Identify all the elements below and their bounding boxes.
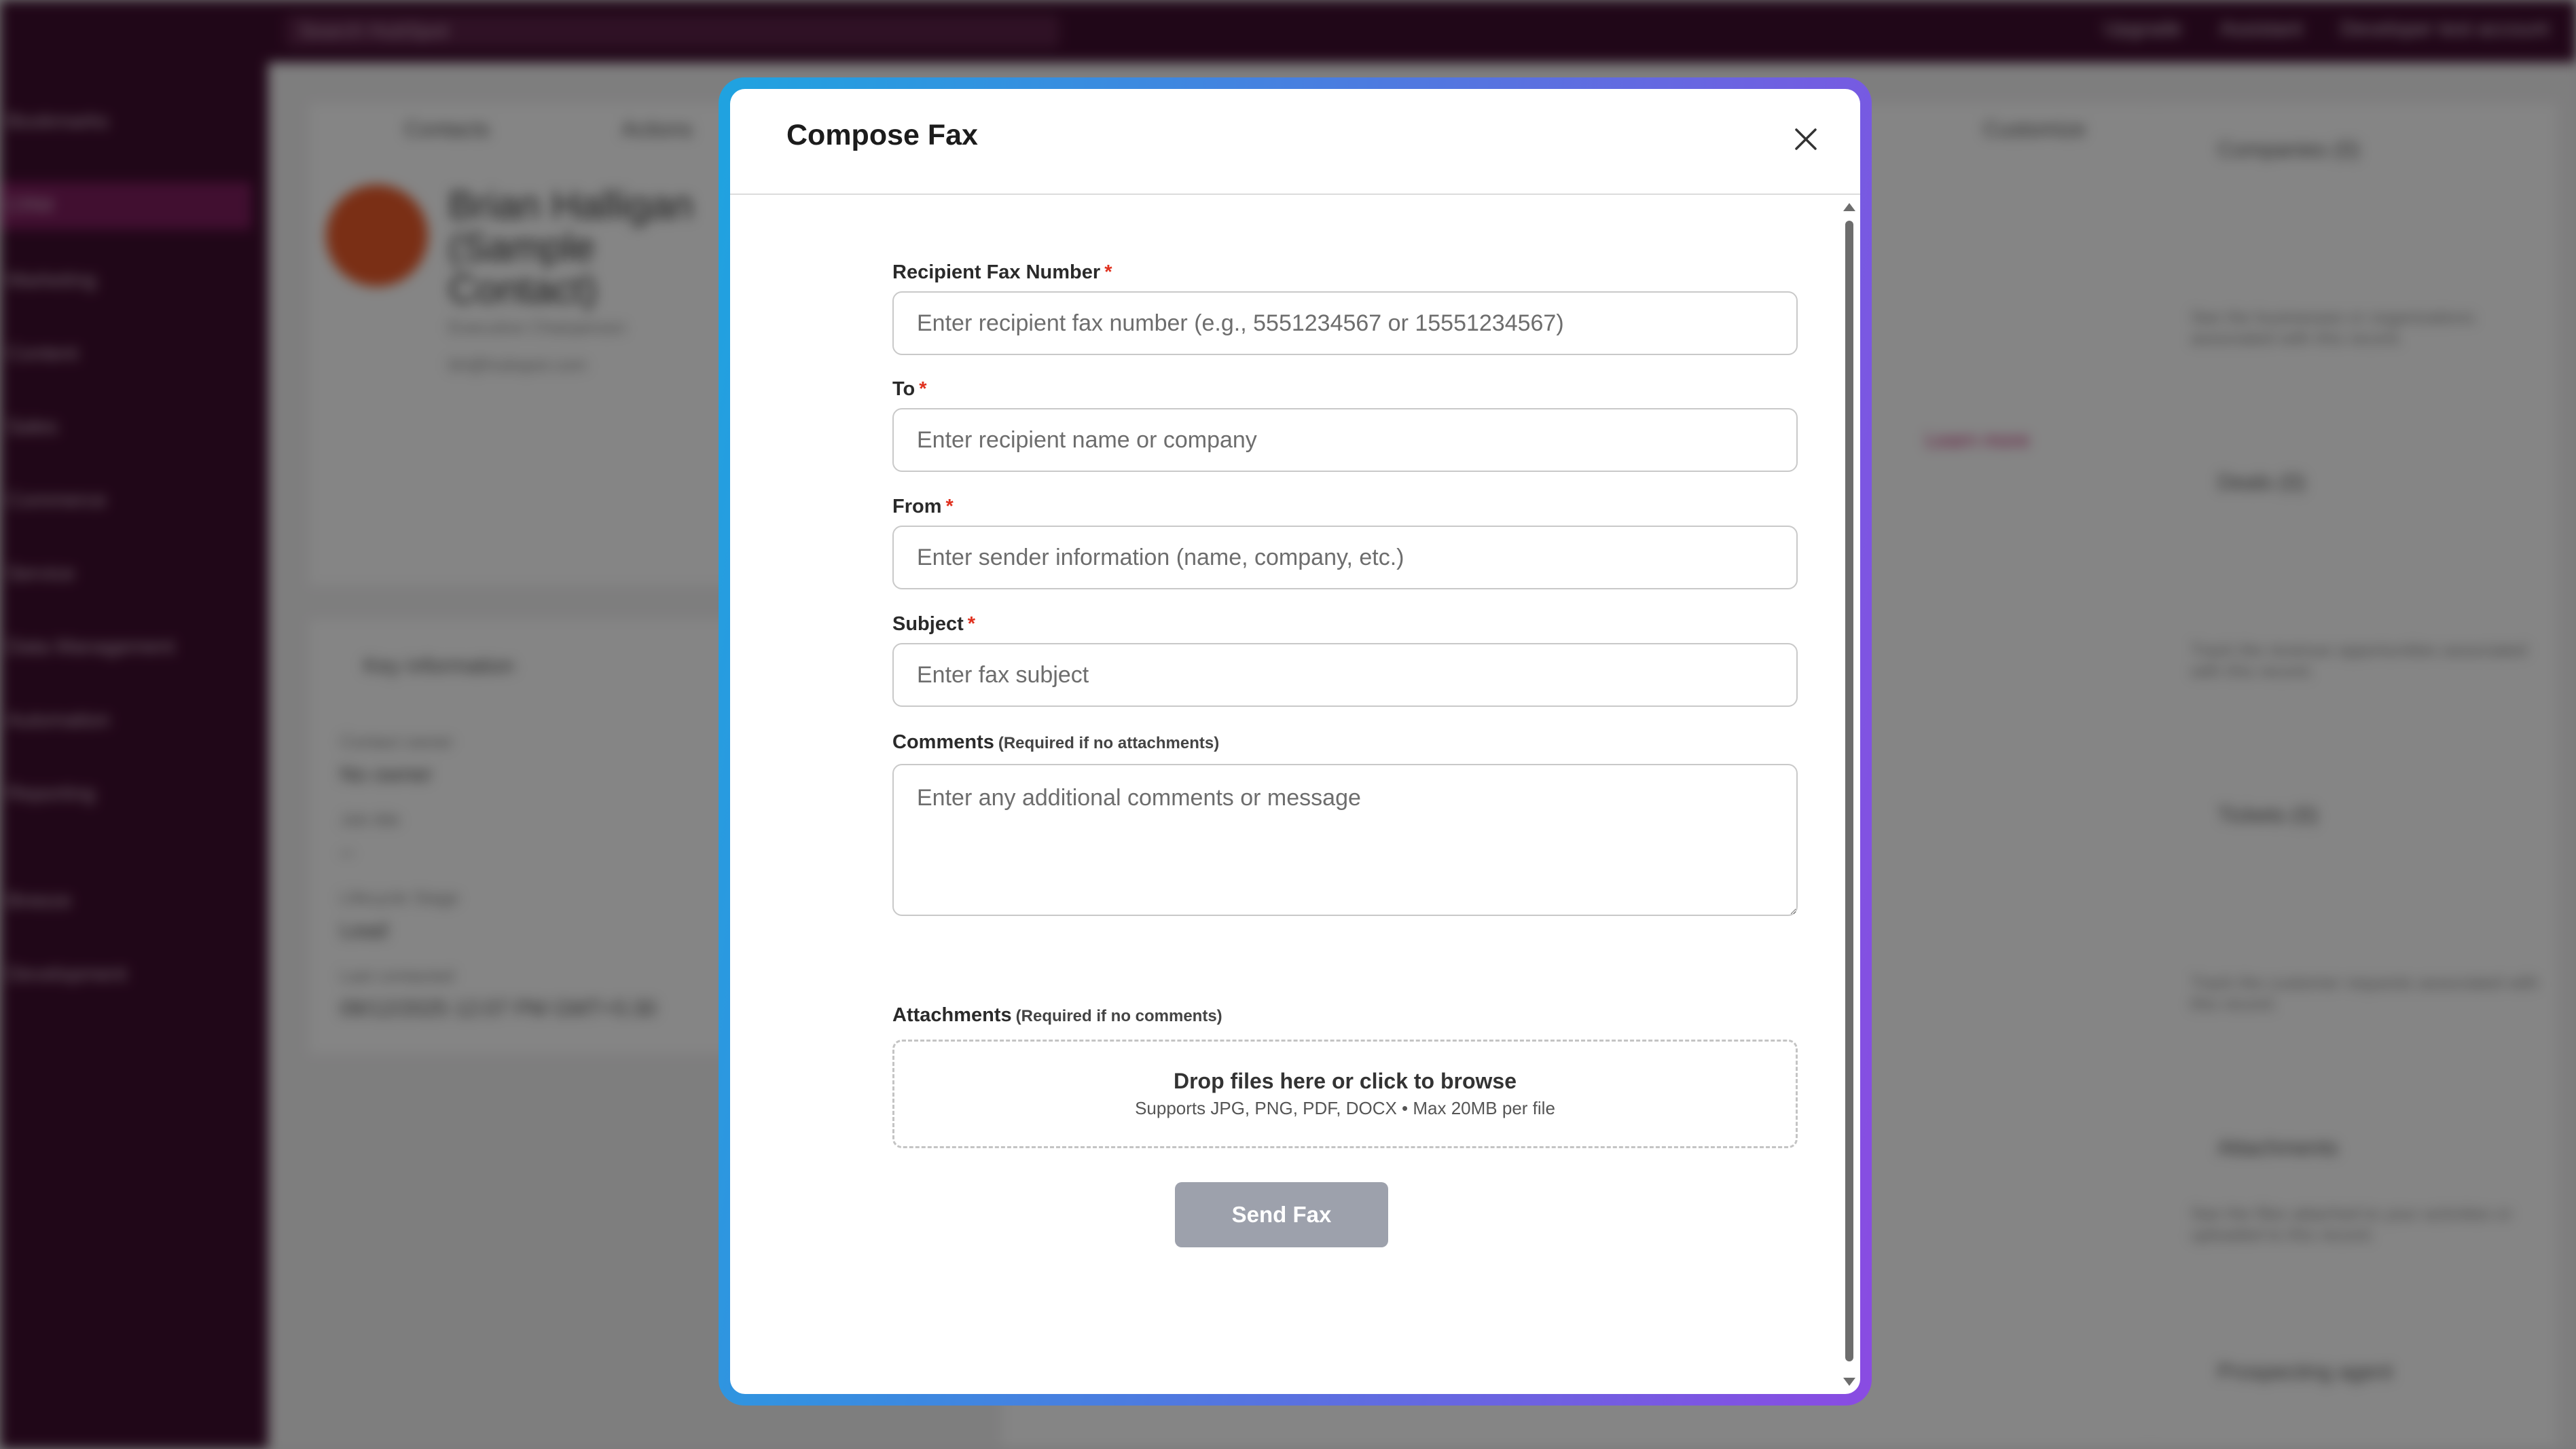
required-marker: * <box>919 378 927 400</box>
subject-input[interactable] <box>892 643 1798 707</box>
recipient-fax-label: Recipient Fax Number * <box>892 261 1112 284</box>
required-marker: * <box>967 613 976 635</box>
comments-hint: (Required if no attachments) <box>998 734 1220 752</box>
to-label: To * <box>892 378 927 401</box>
compose-fax-modal-frame: Compose Fax Recipient Fax Number* To* Fr… <box>719 77 1872 1406</box>
comments-textarea[interactable] <box>892 764 1798 916</box>
label-text: Recipient Fax Number <box>892 261 1101 283</box>
scroll-up-icon[interactable] <box>1843 203 1855 211</box>
dropzone-subtitle: Supports JPG, PNG, PDF, DOCX • Max 20MB … <box>1135 1098 1555 1118</box>
label-text: Comments <box>892 731 994 753</box>
scroll-down-icon[interactable] <box>1843 1378 1855 1386</box>
label-text: Attachments <box>892 1004 1012 1026</box>
label-text: To <box>892 378 915 400</box>
recipient-fax-input[interactable] <box>892 291 1798 355</box>
modal-title: Compose Fax <box>786 119 978 151</box>
close-icon <box>1795 128 1817 150</box>
label-text: From <box>892 496 942 517</box>
file-dropzone[interactable]: Drop files here or click to browse Suppo… <box>892 1040 1798 1148</box>
label-text: Subject <box>892 613 964 635</box>
subject-label: Subject * <box>892 613 975 636</box>
attachments-hint: (Required if no comments) <box>1015 1007 1222 1025</box>
scroll-thumb[interactable] <box>1845 221 1853 1361</box>
dropzone-title: Drop files here or click to browse <box>1173 1069 1517 1093</box>
to-input[interactable] <box>892 408 1798 472</box>
required-marker: * <box>1104 261 1112 283</box>
from-input[interactable] <box>892 526 1798 589</box>
close-button[interactable] <box>1785 119 1826 160</box>
from-label: From * <box>892 496 954 518</box>
compose-fax-modal: Compose Fax Recipient Fax Number* To* Fr… <box>730 89 1860 1394</box>
fax-form: Recipient Fax Number* To* From* Subject*… <box>730 195 1860 1394</box>
comments-label: Comments (Required if no attachments) <box>892 731 1219 754</box>
modal-header: Compose Fax <box>730 89 1860 195</box>
required-marker: * <box>945 496 954 517</box>
send-fax-button[interactable]: Send Fax <box>1175 1182 1388 1247</box>
attachments-label: Attachments (Required if no comments) <box>892 1004 1222 1027</box>
modal-scrollbar[interactable] <box>1840 200 1857 1389</box>
